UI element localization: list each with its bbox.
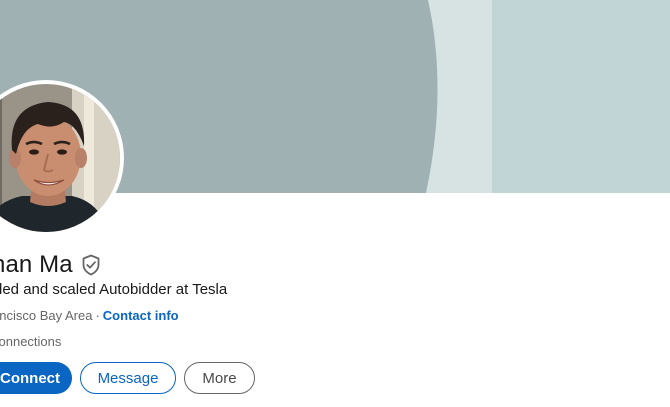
location-row: ancisco Bay Area · Contact info [0, 308, 179, 323]
shield-check-icon[interactable] [81, 254, 101, 276]
profile-photo [0, 84, 120, 232]
profile-page: han Ma ded and scaled Autobidder at Tesl… [0, 0, 670, 407]
more-button[interactable]: More [184, 362, 255, 394]
separator-dot: · [95, 308, 100, 323]
contact-info-link[interactable]: Contact info [103, 308, 179, 323]
profile-name: han Ma [0, 251, 73, 278]
connect-button[interactable]: Connect [0, 362, 72, 394]
message-button[interactable]: Message [80, 362, 176, 394]
profile-headline: ded and scaled Autobidder at Tesla [0, 281, 228, 298]
profile-location: ancisco Bay Area [0, 308, 93, 323]
name-row: han Ma [0, 248, 101, 282]
connections-count[interactable]: connections [0, 334, 61, 349]
